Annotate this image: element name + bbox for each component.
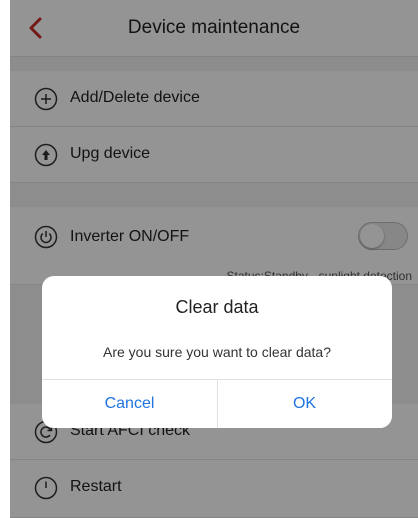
device-maintenance-screen: Device maintenance Add/Delete device Upg…	[10, 0, 418, 518]
cancel-button[interactable]: Cancel	[42, 380, 217, 428]
dialog-title: Clear data	[175, 297, 259, 317]
dialog-message: Are you sure you want to clear data?	[102, 344, 332, 360]
ok-button[interactable]: OK	[217, 380, 392, 428]
clear-data-dialog: Clear data Are you sure you want to clea…	[42, 276, 392, 428]
modal-overlay[interactable]	[10, 0, 418, 518]
